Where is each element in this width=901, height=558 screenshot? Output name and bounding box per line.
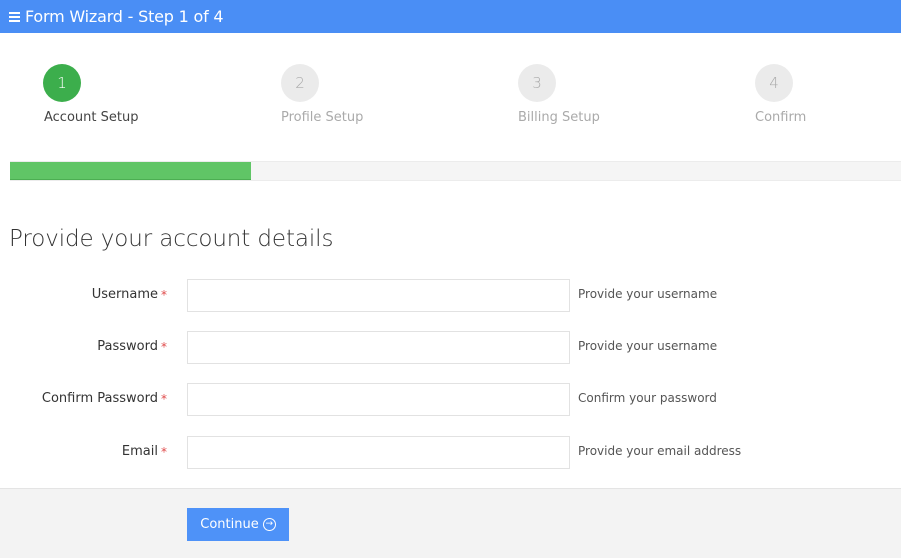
step-number-badge: 1: [43, 64, 81, 102]
step-label: Profile Setup: [281, 110, 364, 125]
password-input[interactable]: [187, 331, 570, 364]
step-profile-setup[interactable]: 2 Profile Setup: [281, 64, 363, 125]
form-row-confirm-password: Confirm Password * Confirm your password: [0, 383, 901, 416]
username-input[interactable]: [187, 279, 570, 312]
continue-button-label: Continue: [200, 517, 259, 532]
wizard-steps: 1 Account Setup 2 Profile Setup 3 Billin…: [0, 64, 901, 134]
hamburger-menu-icon[interactable]: [9, 11, 21, 22]
username-help-text: Provide your username: [578, 287, 718, 301]
step-number-badge: 2: [281, 64, 319, 102]
step-number-badge: 4: [755, 64, 793, 102]
step-confirm[interactable]: 4 Confirm: [755, 64, 806, 125]
wizard-progress-bar: [10, 161, 901, 181]
required-marker: *: [161, 392, 167, 406]
required-marker: *: [161, 445, 167, 459]
continue-button[interactable]: Continue →: [187, 508, 289, 541]
email-help-text: Provide your email address: [578, 444, 742, 458]
password-help-text: Provide your username: [578, 339, 718, 353]
app-header: Form Wizard - Step 1 of 4: [0, 0, 901, 33]
section-title: Provide your account details: [9, 226, 334, 252]
form-row-username: Username * Provide your username: [0, 279, 901, 312]
confirm-password-help-text: Confirm your password: [578, 391, 717, 405]
step-label: Account Setup: [44, 110, 139, 125]
form-row-email: Email * Provide your email address: [0, 436, 901, 469]
required-marker: *: [161, 340, 167, 354]
form-row-password: Password * Provide your username: [0, 331, 901, 364]
step-label: Billing Setup: [518, 110, 600, 125]
confirm-password-label: Confirm Password: [41, 391, 158, 406]
email-label: Email: [121, 444, 158, 459]
form-footer: Continue →: [0, 488, 901, 558]
arrow-circle-right-icon: →: [262, 518, 276, 531]
step-label: Confirm: [755, 110, 807, 125]
step-number-badge: 3: [518, 64, 556, 102]
confirm-password-input[interactable]: [187, 383, 570, 416]
password-label: Password: [97, 339, 158, 354]
progress-fill: [10, 162, 251, 180]
email-input[interactable]: [187, 436, 570, 469]
required-marker: *: [161, 288, 167, 302]
step-billing-setup[interactable]: 3 Billing Setup: [518, 64, 600, 125]
step-account-setup[interactable]: 1 Account Setup: [43, 64, 138, 125]
page-title: Form Wizard - Step 1 of 4: [25, 7, 224, 26]
username-label: Username: [91, 287, 158, 302]
